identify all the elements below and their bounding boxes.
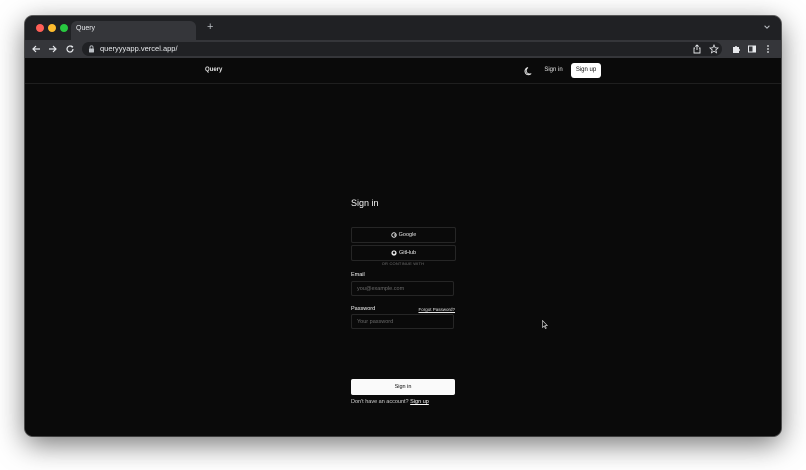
sign-up-link[interactable]: Sign up [410,399,429,405]
form-title: Sign in [351,198,379,208]
back-icon[interactable] [31,44,41,54]
google-label: Google [398,232,417,238]
signup-prompt: Don't have an account? Sign up [351,399,429,405]
email-field[interactable] [351,281,454,296]
browser-window: Query + queryyyapp.vercel.app/ Query Sig… [25,16,781,436]
email-label: Email [351,272,365,278]
oauth-divider: OR CONTINUE WITH [381,261,425,266]
share-icon[interactable] [692,44,702,54]
close-window-button[interactable] [36,24,44,32]
header-sign-in-link[interactable]: Sign in [540,63,567,78]
tab-strip: Query + [25,16,781,40]
extensions-icon[interactable] [731,44,741,54]
tab-title: Query [76,25,96,32]
new-tab-button[interactable]: + [207,22,213,33]
side-panel-icon[interactable] [747,44,757,54]
moon-icon[interactable] [522,64,536,78]
sign-in-submit-button[interactable]: Sign in [351,379,455,395]
browser-toolbar: queryyyapp.vercel.app/ [25,40,781,58]
no-account-text: Don't have an account? [351,399,409,405]
browser-tab[interactable]: Query [71,21,196,40]
github-icon [391,249,397,256]
mouse-pointer-icon [542,320,548,329]
google-icon [390,231,397,238]
password-field[interactable] [351,314,454,329]
tab-search-icon[interactable] [763,23,771,31]
site-header: Query Sign in Sign up [25,58,781,84]
github-button[interactable]: GitHub [351,245,456,261]
forgot-password-link[interactable]: Forgot Password? [418,307,455,312]
github-label: GitHub [398,250,417,256]
minimize-window-button[interactable] [48,24,56,32]
more-icon[interactable] [763,44,773,54]
reload-icon[interactable] [65,44,75,54]
github-button-content: GitHub [352,249,455,257]
header-sign-up-button[interactable]: Sign up [571,63,601,78]
url-text: queryyyapp.vercel.app/ [100,44,178,53]
brand-logo[interactable]: Query [205,67,222,73]
google-button-content: Google [352,231,455,239]
forward-icon[interactable] [48,44,58,54]
password-label: Password [351,306,376,312]
google-button[interactable]: Google [351,227,456,243]
maximize-window-button[interactable] [60,24,68,32]
star-icon[interactable] [709,44,719,54]
web-page: Query Sign in Sign up Sign in Google Git… [25,58,781,436]
lock-icon[interactable] [88,45,95,53]
address-bar[interactable]: queryyyapp.vercel.app/ [82,42,722,56]
